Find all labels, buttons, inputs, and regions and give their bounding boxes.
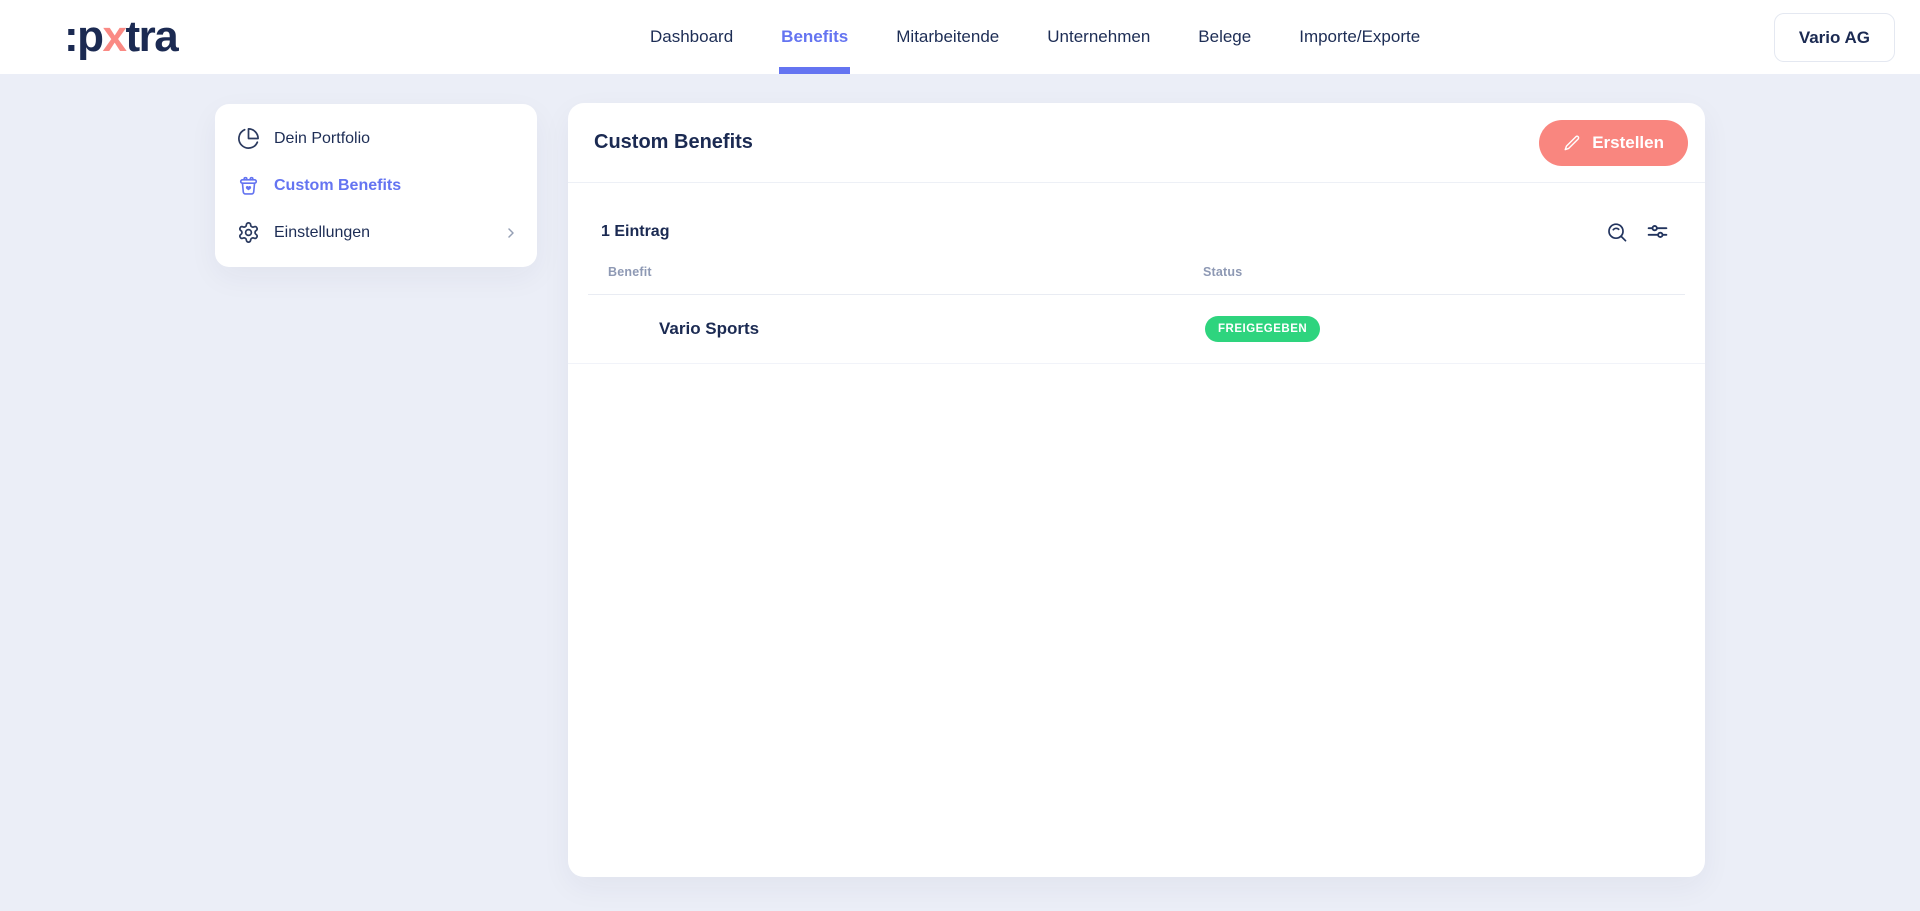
sidebar-item-label: Custom Benefits (274, 176, 402, 194)
logo-text: :p (64, 12, 104, 61)
filter-sliders-icon (1645, 219, 1670, 244)
nav-label: Mitarbeitende (896, 27, 1000, 46)
benefits-basket-icon (237, 174, 260, 197)
sneaker-icon (608, 310, 646, 348)
filter-button[interactable] (1645, 219, 1670, 244)
table-header: Benefit Status (568, 249, 1705, 295)
main-nav: Dashboard Benefits Mitarbeitende Unterne… (650, 0, 1420, 74)
toolbar-icons (1605, 219, 1670, 244)
custom-benefits-panel: Custom Benefits Erstellen 1 Eintrag Bene… (568, 103, 1705, 877)
benefit-name: Vario Sports (659, 319, 760, 338)
account-company-button[interactable]: Vario AG (1773, 13, 1895, 62)
create-button-label: Erstellen (1592, 132, 1664, 152)
table-row-vario-sports[interactable]: Vario Sports FREIGEGEBEN (568, 295, 1705, 364)
nav-label: Belege (1198, 27, 1252, 46)
page-title: Custom Benefits (594, 131, 753, 153)
account-label: Vario AG (1798, 27, 1870, 47)
search-icon (1605, 220, 1629, 244)
pencil-icon (1563, 134, 1581, 152)
sidebar-item-label: Einstellungen (274, 223, 371, 241)
entry-count: 1 Eintrag (601, 222, 670, 240)
status-badge: FREIGEGEBEN (1205, 316, 1321, 342)
column-header-status: Status (1203, 265, 1243, 279)
top-header: :pxtra Dashboard Benefits Mitarbeitende … (0, 0, 1920, 74)
nav-item-dashboard[interactable]: Dashboard (650, 0, 733, 74)
logo-text: tra (125, 12, 179, 61)
nav-item-benefits[interactable]: Benefits (779, 0, 851, 74)
gear-icon (237, 221, 260, 244)
nav-label: Benefits (781, 27, 849, 46)
chevron-right-icon (503, 225, 519, 241)
column-header-benefit: Benefit (608, 265, 652, 279)
create-benefit-button[interactable]: Erstellen (1539, 119, 1688, 166)
sidebar-item-label: Dein Portfolio (274, 129, 371, 147)
app-screen: :pxtra Dashboard Benefits Mitarbeitende … (0, 0, 1920, 911)
panel-header: Custom Benefits Erstellen (568, 103, 1705, 183)
sidebar-item-dein-portfolio[interactable]: Dein Portfolio (215, 115, 537, 162)
nav-item-unternehmen[interactable]: Unternehmen (1047, 0, 1150, 74)
pxtra-logo[interactable]: :pxtra (64, 12, 179, 62)
logo-accent-letter: x (102, 12, 127, 61)
benefits-sidebar: Dein Portfolio Custom Benefits Einstellu… (215, 104, 537, 267)
search-button[interactable] (1605, 220, 1629, 244)
list-toolbar: 1 Eintrag (568, 183, 1705, 244)
sidebar-item-custom-benefits[interactable]: Custom Benefits (215, 162, 537, 209)
nav-item-belege[interactable]: Belege (1198, 0, 1251, 74)
nav-label: Importe/Exporte (1299, 27, 1421, 46)
nav-item-importe-exporte[interactable]: Importe/Exporte (1299, 0, 1420, 74)
sidebar-item-einstellungen[interactable]: Einstellungen (215, 209, 537, 256)
pie-chart-icon (237, 127, 260, 150)
nav-label: Unternehmen (1047, 27, 1151, 46)
nav-item-mitarbeitende[interactable]: Mitarbeitende (896, 0, 999, 74)
nav-label: Dashboard (650, 27, 734, 46)
active-tab-underline (779, 67, 851, 74)
